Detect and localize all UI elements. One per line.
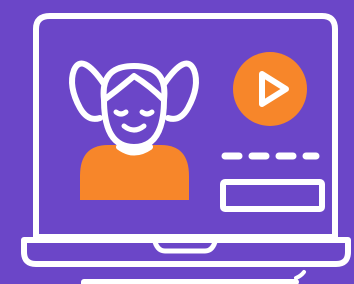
laptop-video-illustration [21,13,351,284]
avatar-right-pigtail [161,60,199,122]
avatar-hair [100,63,168,103]
avatar-right-eye [139,109,155,117]
laptop-notch [152,239,218,254]
avatar-left-pigtail [69,60,107,122]
girl-avatar-icon [69,60,199,200]
laptop-screen-frame [33,13,338,240]
avatar-head [101,97,167,150]
avatar-left-eye [113,109,129,117]
play-button-icon [233,52,307,126]
text-field-icon [220,179,325,212]
avatar-smile [121,123,147,133]
play-button-circle [233,52,307,126]
corner-accent [294,270,306,280]
laptop-icon [21,13,351,284]
illustration-canvas [0,0,354,284]
